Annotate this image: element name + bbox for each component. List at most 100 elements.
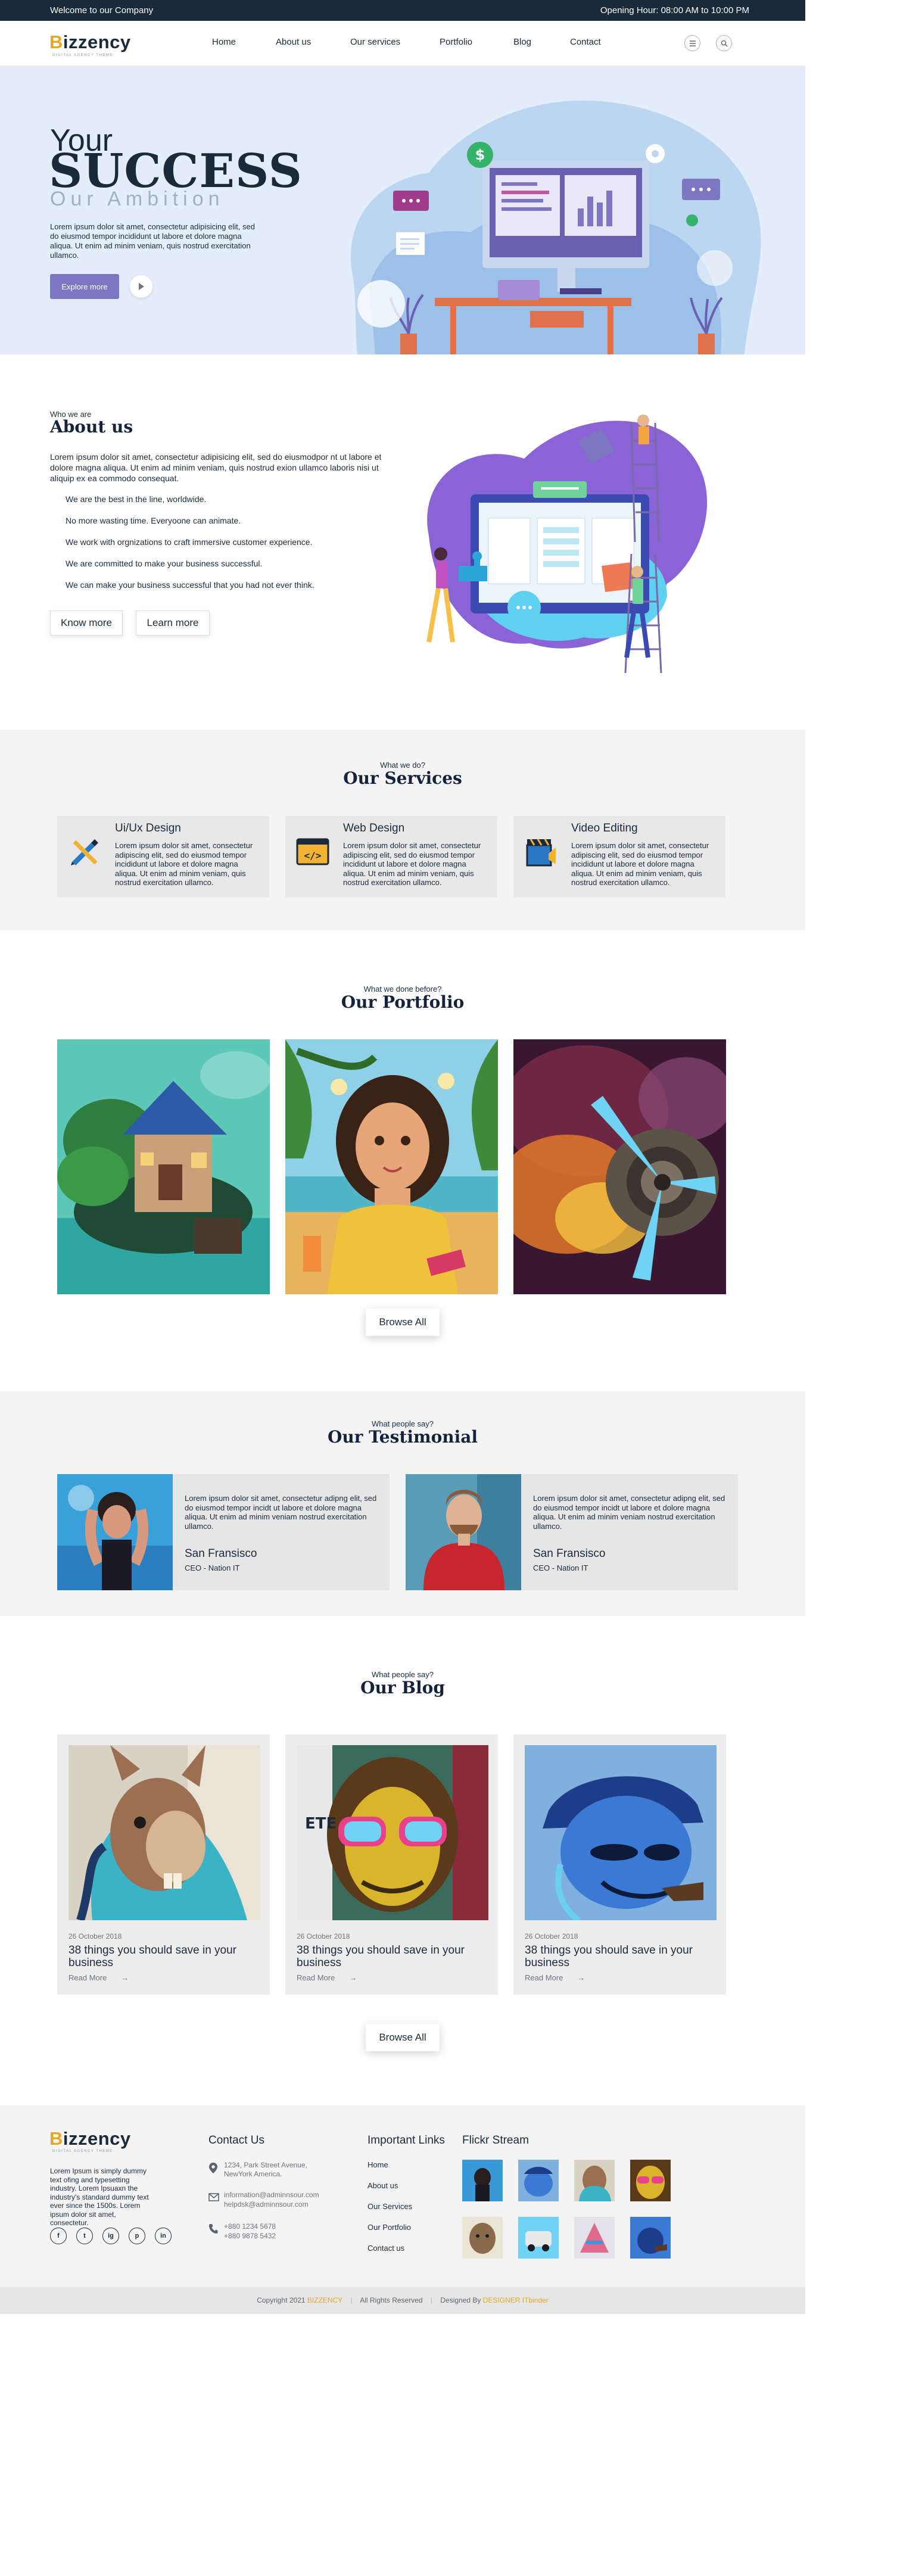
portfolio-image	[285, 1039, 498, 1294]
footer-link-about[interactable]: About us	[367, 2181, 398, 2190]
twitter-icon[interactable]: t	[76, 2228, 93, 2244]
copyright-text: Copyright 2021	[257, 2296, 306, 2304]
footer-link-home[interactable]: Home	[367, 2160, 388, 2169]
blog-date: 26 October 2018	[525, 1932, 578, 1940]
blog-date: 26 October 2018	[297, 1932, 350, 1940]
about-points: We are the best in the line, worldwide. …	[66, 494, 314, 602]
nav-portfolio[interactable]: Portfolio	[440, 37, 472, 47]
copyright-bar: Copyright 2021 BIZZENCY | All Rights Res…	[0, 2287, 805, 2314]
design-tools-icon	[67, 834, 102, 870]
blog-card[interactable]: 26 October 2018 38 things you should sav…	[513, 1734, 726, 1995]
pinterest-icon[interactable]: p	[129, 2228, 145, 2244]
about-description: Lorem ipsum dolor sit amet, consectetur …	[50, 452, 382, 483]
menu-icon[interactable]	[684, 35, 700, 51]
welcome-text: Welcome to our Company	[50, 5, 154, 15]
instagram-icon[interactable]: ig	[102, 2228, 119, 2244]
portfolio-item[interactable]	[513, 1039, 726, 1294]
read-more-link[interactable]: Read More →	[297, 1973, 357, 1982]
site-header: Bizzency DIGITAL AGENCY THEME Home About…	[0, 21, 805, 66]
play-icon[interactable]	[130, 275, 152, 298]
footer-link-contact[interactable]: Contact us	[367, 2244, 404, 2253]
service-card[interactable]: </> Web Design Lorem ipsum dolor sit ame…	[285, 816, 497, 898]
testimonial-role: CEO - Nation IT	[185, 1563, 240, 1572]
nav-home[interactable]: Home	[212, 37, 236, 47]
blog-title: Our Blog	[360, 1678, 445, 1697]
list-item: We are committed to make your business s…	[66, 559, 263, 568]
portfolio-title: Our Portfolio	[341, 992, 465, 1012]
testimonial-name: San Fransisco	[533, 1547, 606, 1560]
blog-image	[68, 1745, 260, 1920]
blog-title[interactable]: 38 things you should save in your busine…	[68, 1944, 259, 1969]
portfolio-item[interactable]	[285, 1039, 498, 1294]
contact-address: 1234, Park Street Avenue, NewYork Americ…	[224, 2161, 307, 2178]
flickr-thumb[interactable]	[574, 2217, 615, 2259]
about-illustration	[426, 415, 708, 674]
nav-contact[interactable]: Contact	[570, 37, 601, 47]
nav-services[interactable]: Our services	[350, 37, 400, 47]
blog-title[interactable]: 38 things you should save in your busine…	[525, 1944, 715, 1969]
portfolio-image	[57, 1039, 270, 1294]
arrow-right-icon: →	[349, 1973, 357, 1982]
svg-text:ETE: ETE	[305, 1815, 337, 1833]
know-more-button[interactable]: Know more	[50, 610, 123, 636]
arrow-right-icon: →	[577, 1973, 585, 1982]
footer-link-services[interactable]: Our Services	[367, 2202, 412, 2211]
about-title: About us	[50, 417, 133, 437]
logo[interactable]: Bizzency	[49, 32, 131, 53]
explore-more-button[interactable]: Explore more	[50, 274, 119, 299]
services-title: Our Services	[343, 768, 462, 788]
footer-logo[interactable]: Bizzency	[49, 2128, 131, 2150]
facebook-icon[interactable]: f	[50, 2228, 67, 2244]
svg-text:$: $	[475, 147, 485, 163]
contact-email-2[interactable]: helpdsk@adminnsour.com	[224, 2200, 309, 2209]
footer-logo-tagline: DIGITAL AGENCY THEME	[52, 2150, 113, 2153]
copyright-brand[interactable]: BIZZENCY	[307, 2296, 342, 2304]
top-bar: Welcome to our Company Opening Hour: 08:…	[0, 0, 805, 21]
mail-icon	[208, 2193, 219, 2201]
footer-link-portfolio[interactable]: Our Portfolio	[367, 2223, 411, 2232]
svg-text:</>: </>	[304, 850, 322, 861]
flickr-thumb[interactable]	[462, 2217, 503, 2259]
nav-about[interactable]: About us	[276, 37, 311, 47]
portfolio-browse-all-button[interactable]: Browse All	[366, 1309, 440, 1336]
search-icon[interactable]	[716, 35, 732, 51]
blog-card[interactable]: ETE 26 October 2018 38 things you should…	[285, 1734, 498, 1995]
avatar	[57, 1474, 173, 1590]
code-window-icon: </>	[295, 834, 331, 870]
read-more-link[interactable]: Read More →	[68, 1973, 129, 1982]
flickr-thumb[interactable]	[462, 2160, 503, 2201]
blog-browse-all-button[interactable]: Browse All	[366, 2024, 440, 2051]
service-card[interactable]: Ui/Ux Design Lorem ipsum dolor sit amet,…	[57, 816, 269, 898]
portfolio-item[interactable]	[57, 1039, 270, 1294]
contact-email-1[interactable]: information@adminnsour.com	[224, 2191, 319, 2199]
blog-card[interactable]: 26 October 2018 38 things you should sav…	[57, 1734, 270, 1995]
contact-phone-2: +880 9878 5432	[224, 2232, 276, 2240]
flickr-thumb[interactable]	[518, 2160, 559, 2201]
service-card[interactable]: Video Editing Lorem ipsum dolor sit amet…	[513, 816, 725, 898]
service-title: Ui/Ux Design	[115, 822, 181, 834]
opening-hours: Opening Hour: 08:00 AM to 10:00 PM	[600, 5, 749, 15]
learn-more-button[interactable]: Learn more	[136, 610, 210, 636]
read-more-link[interactable]: Read More →	[525, 1973, 585, 1982]
portfolio-image	[513, 1039, 726, 1294]
flickr-thumb[interactable]	[518, 2217, 559, 2259]
service-text: Lorem ipsum dolor sit amet, consectetur …	[115, 841, 253, 887]
designer-link[interactable]: DESIGNER ITbinder	[483, 2296, 549, 2304]
hero-description: Lorem ipsum dolor sit amet, consectetur …	[50, 222, 255, 260]
list-item: We work with orgnizations to craft immer…	[66, 537, 313, 547]
flickr-thumb[interactable]	[574, 2160, 615, 2201]
service-text: Lorem ipsum dolor sit amet, consectetur …	[571, 841, 709, 887]
nav-blog[interactable]: Blog	[513, 37, 531, 47]
flickr-thumb[interactable]	[630, 2160, 671, 2201]
designed-by-text: Designed By	[440, 2296, 481, 2304]
blog-image	[525, 1745, 717, 1920]
linkedin-icon[interactable]: in	[155, 2228, 172, 2244]
testimonial-role: CEO - Nation IT	[533, 1563, 588, 1572]
service-title: Web Design	[343, 822, 405, 834]
flickr-thumb[interactable]	[630, 2217, 671, 2259]
blog-title[interactable]: 38 things you should save in your busine…	[297, 1944, 487, 1969]
testimonial-card: Lorem ipsum dolor sit amet, consectetur …	[406, 1474, 738, 1590]
list-item: No more wasting time. Everyoone can anim…	[66, 516, 241, 525]
service-text: Lorem ipsum dolor sit amet, consectetur …	[343, 841, 481, 887]
contact-heading: Contact Us	[208, 2134, 264, 2147]
